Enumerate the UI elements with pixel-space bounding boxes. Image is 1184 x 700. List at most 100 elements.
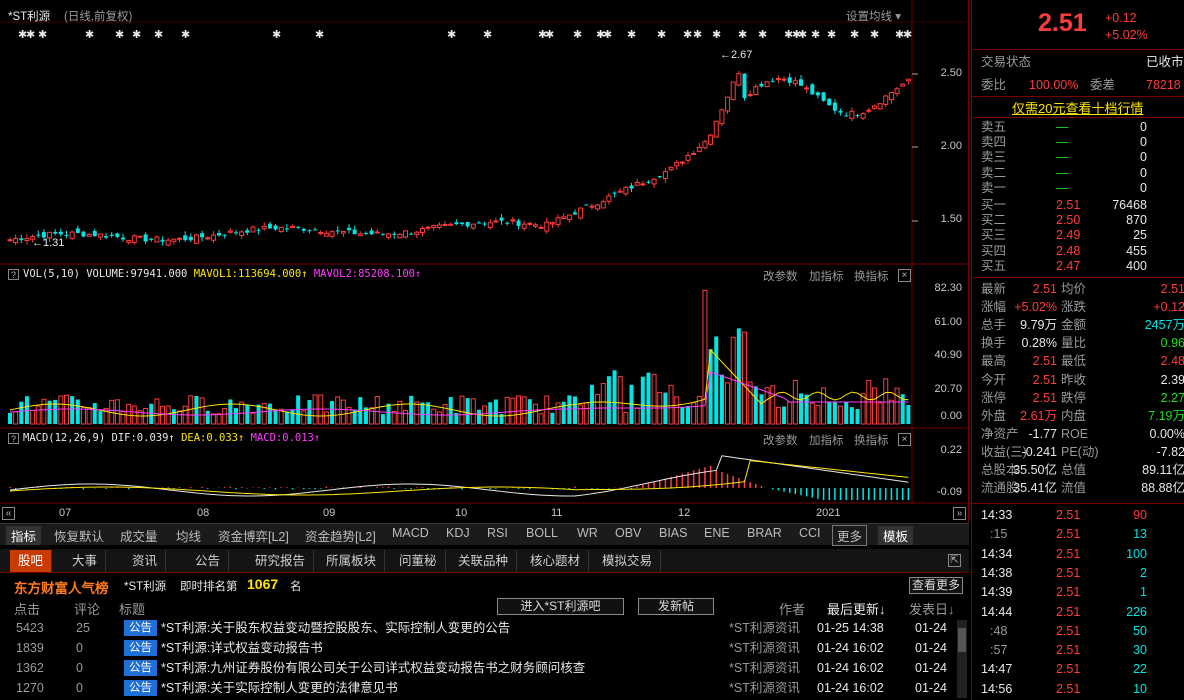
help-icon[interactable]: ?: [8, 269, 19, 280]
expand-icon[interactable]: ⇱: [948, 554, 961, 567]
tab-guba[interactable]: 股吧: [10, 550, 53, 572]
tab-ask-secretary[interactable]: 问董秘: [391, 550, 446, 572]
event-marker-icon[interactable]: ✱: [798, 28, 807, 41]
news-author[interactable]: *ST利源资讯: [729, 678, 800, 698]
news-author[interactable]: *ST利源资讯: [729, 638, 800, 658]
tab-themes[interactable]: 核心题材: [522, 550, 590, 572]
macd-add-indicator-button[interactable]: 加指标: [809, 432, 844, 448]
tab-bias[interactable]: BIAS: [659, 526, 688, 540]
event-marker-icon[interactable]: ✱: [154, 28, 163, 41]
tab-fund-trend[interactable]: 资金趋势[L2]: [305, 526, 376, 545]
scroll-left-icon[interactable]: «: [2, 507, 15, 520]
news-row[interactable]: 1270 0 公告 *ST利源:关于实际控制人变更的法律意见书 *ST利源资讯 01-24…: [0, 678, 955, 698]
event-marker-icon[interactable]: ✱: [26, 28, 35, 41]
news-scrollbar[interactable]: [957, 620, 967, 698]
event-marker-icon[interactable]: ✱: [870, 28, 879, 41]
new-post-button[interactable]: 发新帖: [638, 598, 714, 615]
event-marker-icon[interactable]: ✱: [603, 28, 612, 41]
more-indicators-button[interactable]: 更多: [832, 525, 868, 546]
see-more-button[interactable]: 查看更多: [909, 577, 963, 594]
event-marker-icon[interactable]: ✱: [903, 28, 912, 41]
tab-obv[interactable]: OBV: [615, 526, 641, 540]
tab-ma[interactable]: 均线: [176, 526, 201, 545]
event-marker-icon[interactable]: ✱: [85, 28, 94, 41]
tab-announcements[interactable]: 公告: [187, 550, 230, 572]
tab-wr[interactable]: WR: [577, 526, 598, 540]
tab-indicator[interactable]: 指标: [6, 526, 42, 545]
event-marker-icon[interactable]: ✱: [38, 28, 47, 41]
help-icon[interactable]: ?: [8, 433, 19, 444]
event-marker-icon[interactable]: ✱: [712, 28, 721, 41]
vol-switch-indicator-button[interactable]: 换指标: [854, 268, 889, 284]
event-marker-icon[interactable]: ✱: [315, 28, 324, 41]
news-scroll-thumb[interactable]: [958, 628, 966, 652]
kline-chart-area[interactable]: *ST利源 (日线,前复权) 设置均线 ▾ ✱ ✱ ✱ ✱ ✱ ✱ ✱ ✱ ✱ ✱ ✱ ✱ ✱ ✱ ✱ ✱ ✱ ✱…: [0, 0, 969, 545]
tab-cci[interactable]: CCI: [799, 526, 821, 540]
event-marker-icon[interactable]: ✱: [132, 28, 141, 41]
vol-close-icon[interactable]: ×: [898, 269, 911, 282]
event-marker-icon[interactable]: ✱: [483, 28, 492, 41]
news-row[interactable]: 1839 0 公告 *ST利源:详式权益变动报告书 *ST利源资讯 01-24 16:02…: [0, 638, 955, 658]
template-button[interactable]: 模板: [878, 526, 914, 545]
event-marker-icon[interactable]: ✱: [272, 28, 281, 41]
tab-related[interactable]: 关联品种: [450, 550, 518, 572]
tab-research[interactable]: 研究报告: [247, 550, 315, 572]
tab-rsi[interactable]: RSI: [487, 526, 508, 540]
event-marker-icon[interactable]: ✱: [850, 28, 859, 41]
event-marker-icon[interactable]: ✱: [811, 28, 820, 41]
macd-change-params-button[interactable]: 改参数: [763, 432, 798, 448]
level2-link[interactable]: 仅需20元查看十档行情: [1012, 98, 1143, 117]
news-author[interactable]: *ST利源资讯: [729, 618, 800, 638]
tab-events[interactable]: 大事: [64, 550, 107, 572]
bid-row[interactable]: 买四 2.48 455: [972, 244, 1184, 259]
bid-row[interactable]: 买三 2.49 25: [972, 228, 1184, 243]
event-marker-icon[interactable]: ✱: [683, 28, 692, 41]
tab-fund-game[interactable]: 资金博弈[L2]: [218, 526, 289, 545]
event-marker-icon[interactable]: ✱: [627, 28, 636, 41]
news-title-link[interactable]: *ST利源:详式权益变动报告书: [161, 638, 323, 658]
event-marker-icon[interactable]: ✱: [657, 28, 666, 41]
ask-row[interactable]: 卖三 — 0: [972, 150, 1184, 165]
ma-settings-button[interactable]: 设置均线 ▾: [846, 8, 901, 24]
bid-row[interactable]: 买五 2.47 400: [972, 259, 1184, 274]
tab-volume[interactable]: 成交量: [120, 526, 158, 545]
news-row[interactable]: 5423 25 公告 *ST利源:关于股东权益变动暨控股股东、实际控制人变更的公告 *S…: [0, 618, 955, 638]
ask-row[interactable]: 卖一 — 0: [972, 181, 1184, 196]
tab-brar[interactable]: BRAR: [747, 526, 782, 540]
tab-kdj[interactable]: KDJ: [446, 526, 470, 540]
tab-restore-default[interactable]: 恢复默认: [54, 526, 104, 545]
announcement-tag[interactable]: 公告: [124, 620, 157, 636]
bid-row[interactable]: 买二 2.50 870: [972, 213, 1184, 228]
ask-row[interactable]: 卖四 — 0: [972, 135, 1184, 150]
event-marker-icon[interactable]: ✱: [545, 28, 554, 41]
event-marker-icon[interactable]: ✱: [827, 28, 836, 41]
news-title-link[interactable]: *ST利源:九州证券股份有限公司关于公司详式权益变动报告书之财务顾问核查: [161, 658, 585, 678]
event-marker-icon[interactable]: ✱: [693, 28, 702, 41]
news-title-link[interactable]: *ST利源:关于实际控制人变更的法律意见书: [161, 678, 398, 698]
vol-change-params-button[interactable]: 改参数: [763, 268, 798, 284]
event-marker-icon[interactable]: ✱: [447, 28, 456, 41]
tab-ene[interactable]: ENE: [704, 526, 730, 540]
macd-switch-indicator-button[interactable]: 换指标: [854, 432, 889, 448]
news-title-link[interactable]: *ST利源:关于股东权益变动暨控股股东、实际控制人变更的公告: [161, 618, 510, 638]
news-row[interactable]: 1362 0 公告 *ST利源:九州证券股份有限公司关于公司详式权益变动报告书之财务顾…: [0, 658, 955, 678]
news-author[interactable]: *ST利源资讯: [729, 658, 800, 678]
tab-boll[interactable]: BOLL: [526, 526, 558, 540]
vol-add-indicator-button[interactable]: 加指标: [809, 268, 844, 284]
announcement-tag[interactable]: 公告: [124, 640, 157, 656]
enter-bar-button[interactable]: 进入*ST利源吧: [497, 598, 624, 615]
tab-news[interactable]: 资讯: [124, 550, 167, 572]
event-marker-icon[interactable]: ✱: [115, 28, 124, 41]
tab-simulated-trading[interactable]: 模拟交易: [594, 550, 662, 572]
event-marker-icon[interactable]: ✱: [573, 28, 582, 41]
tab-sectors[interactable]: 所属板块: [318, 550, 386, 572]
event-marker-icon[interactable]: ✱: [758, 28, 767, 41]
scroll-right-icon[interactable]: »: [953, 507, 966, 520]
announcement-tag[interactable]: 公告: [124, 680, 157, 696]
tab-macd[interactable]: MACD: [392, 526, 429, 540]
event-marker-icon[interactable]: ✱: [181, 28, 190, 41]
event-marker-icon[interactable]: ✱: [738, 28, 747, 41]
ask-row[interactable]: 卖二 — 0: [972, 166, 1184, 181]
bid-row[interactable]: 买一 2.51 76468: [972, 198, 1184, 213]
ask-row[interactable]: 卖五 — 0: [972, 120, 1184, 135]
